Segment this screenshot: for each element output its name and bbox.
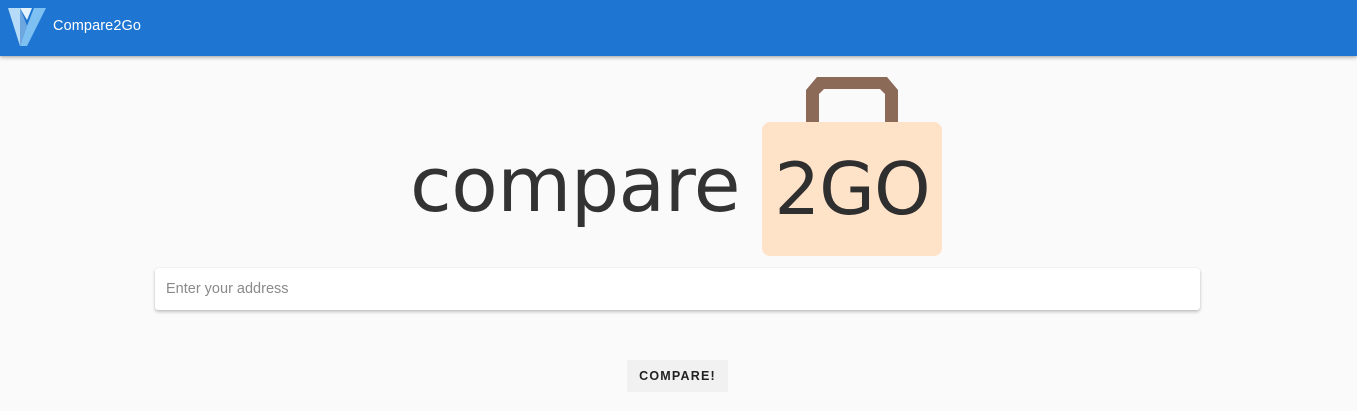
address-field xyxy=(155,268,1200,310)
compare-button[interactable]: COMPARE! xyxy=(627,360,728,392)
bag-handle-icon xyxy=(806,77,898,128)
address-input[interactable] xyxy=(155,268,1200,310)
app-bar: Compare2Go xyxy=(0,0,1357,56)
vuetify-v-logo-icon xyxy=(8,8,46,46)
compare2go-logo: compare 2GO xyxy=(400,70,960,270)
shopping-bag-icon: 2GO xyxy=(762,122,942,256)
app-title: Compare2Go xyxy=(53,18,142,34)
logo-bag-text: 2GO xyxy=(774,147,930,231)
logo-word: compare xyxy=(410,140,740,229)
